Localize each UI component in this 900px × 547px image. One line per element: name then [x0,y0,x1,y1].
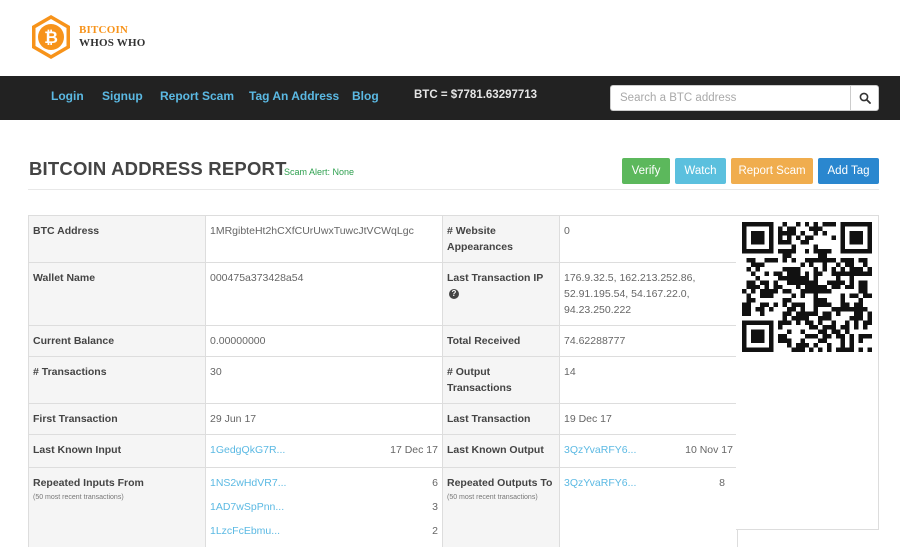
transactions-label: # Transactions [28,356,206,404]
total-received-label: Total Received [442,325,560,357]
watch-button[interactable]: Watch [675,158,726,184]
btc-price: BTC = $7781.63297713 [414,89,538,101]
last-known-output-cell: 3QzYvaRFY6... 10 Nov 17 [559,434,738,468]
bitcoin-logo-icon: ₿ [32,15,70,59]
last-known-output-date: 10 Nov 17 [685,444,733,456]
last-ip-label: Last Transaction IP [447,272,544,284]
last-known-input-label: Last Known Input [28,434,206,468]
repeated-outputs-note: (50 most recent transactions) [447,494,538,501]
logo-line1: BITCOIN [79,24,129,36]
current-balance-label: Current Balance [28,325,206,357]
repeated-inputs-label: Repeated Inputs From [33,477,144,489]
first-transaction-value: 29 Jun 17 [205,403,443,435]
wallet-name-value: 000475a373428a54 [205,262,443,326]
last-transaction-value: 19 Dec 17 [559,403,738,435]
repeated-outputs-list: 3QzYvaRFY6... 8 [559,467,738,547]
website-appearances-value: 0 [559,215,738,263]
qr-code-image [742,222,872,352]
search-input[interactable] [610,85,850,111]
repeated-output-link[interactable]: 3QzYvaRFY6... [564,475,636,491]
nav-tag-address[interactable]: Tag An Address [249,89,339,103]
magnifier-icon [859,92,871,104]
current-balance-value: 0.00000000 [205,325,443,357]
last-known-input-cell: 1GedgQkG7R... 17 Dec 17 [205,434,443,468]
svg-text:₿: ₿ [44,28,58,47]
repeated-input-count: 3 [432,501,438,513]
search-button[interactable] [850,85,879,111]
total-received-value: 74.62288777 [559,325,738,357]
table-row: Last Known Input 1GedgQkG7R... 17 Dec 17… [28,434,738,468]
first-transaction-label: First Transaction [28,403,206,435]
list-item: 1AD7wSpPnn... 3 [210,495,438,519]
table-row: # Transactions 30 # Output Transactions … [28,356,738,404]
output-transactions-label: # Output Transactions [442,356,560,404]
list-item: 3QzYvaRFY6... 8 [564,475,733,491]
nav-report-scam[interactable]: Report Scam [160,89,234,103]
repeated-outputs-label-cell: Repeated Outputs To (50 most recent tran… [442,467,560,547]
repeated-input-count: 2 [432,525,438,537]
output-transactions-value: 14 [559,356,738,404]
address-report-table: BTC Address 1MRgibteHt2hCXfCUrUwxTuwcJtV… [28,215,738,547]
scam-alert-status: Scam Alert: None [284,167,355,177]
logo-line2: WHOS WHO [79,37,146,49]
table-row: Wallet Name 000475a373428a54 Last Transa… [28,262,738,326]
repeated-inputs-label-cell: Repeated Inputs From (50 most recent tra… [28,467,206,547]
verify-button[interactable]: Verify [622,158,670,184]
repeated-output-count: 8 [719,477,725,489]
last-transaction-label: Last Transaction [442,403,560,435]
nav-signup[interactable]: Signup [102,89,143,103]
last-ip-value: 176.9.32.5, 162.213.252.86, 52.91.195.54… [559,262,738,326]
nav-blog[interactable]: Blog [352,89,379,103]
site-logo[interactable]: ₿ BITCOIN WHOS WHO [28,14,146,60]
page-title: BITCOIN ADDRESS REPORT [29,158,287,179]
repeated-input-link[interactable]: 1LzcFcEbmu... [210,519,280,543]
repeated-inputs-list: 1NS2wHdVR7... 6 1AD7wSpPnn... 3 1LzcFcEbmu… [205,467,443,547]
qr-code-panel [736,215,879,530]
table-row: BTC Address 1MRgibteHt2hCXfCUrUwxTuwcJtV… [28,215,738,263]
repeated-input-link[interactable]: 1AD7wSpPnn... [210,495,284,519]
search-bar [610,85,879,111]
divider [28,189,879,190]
report-scam-button[interactable]: Report Scam [731,158,813,184]
nav-login[interactable]: Login [51,89,84,103]
wallet-name-label: Wallet Name [28,262,206,326]
last-known-input-link[interactable]: 1GedgQkG7R... [210,442,285,458]
repeated-outputs-label: Repeated Outputs To [447,477,553,489]
list-item: 1LzcFcEbmu... 2 [210,519,438,543]
transactions-value: 30 [205,356,443,404]
last-known-output-label: Last Known Output [442,434,560,468]
table-row: Repeated Inputs From (50 most recent tra… [28,467,738,547]
table-row: First Transaction 29 Jun 17 Last Transac… [28,403,738,435]
last-known-output-link[interactable]: 3QzYvaRFY6... [564,442,636,458]
website-appearances-label: # Website Appearances [442,215,560,263]
repeated-input-link[interactable]: 1NS2wHdVR7... [210,471,286,495]
table-row: Current Balance 0.00000000 Total Receive… [28,325,738,357]
info-icon[interactable]: ? [449,289,459,300]
btc-address-value: 1MRgibteHt2hCXfCUrUwxTuwcJtVCWqLgc [205,215,443,263]
repeated-input-count: 6 [432,477,438,489]
last-known-input-date: 17 Dec 17 [390,444,438,456]
add-tag-button[interactable]: Add Tag [818,158,879,184]
repeated-inputs-note: (50 most recent transactions) [33,494,124,501]
list-item: 1NS2wHdVR7... 6 [210,471,438,495]
last-ip-label-cell: Last Transaction IP? [442,262,560,326]
btc-address-label: BTC Address [28,215,206,263]
